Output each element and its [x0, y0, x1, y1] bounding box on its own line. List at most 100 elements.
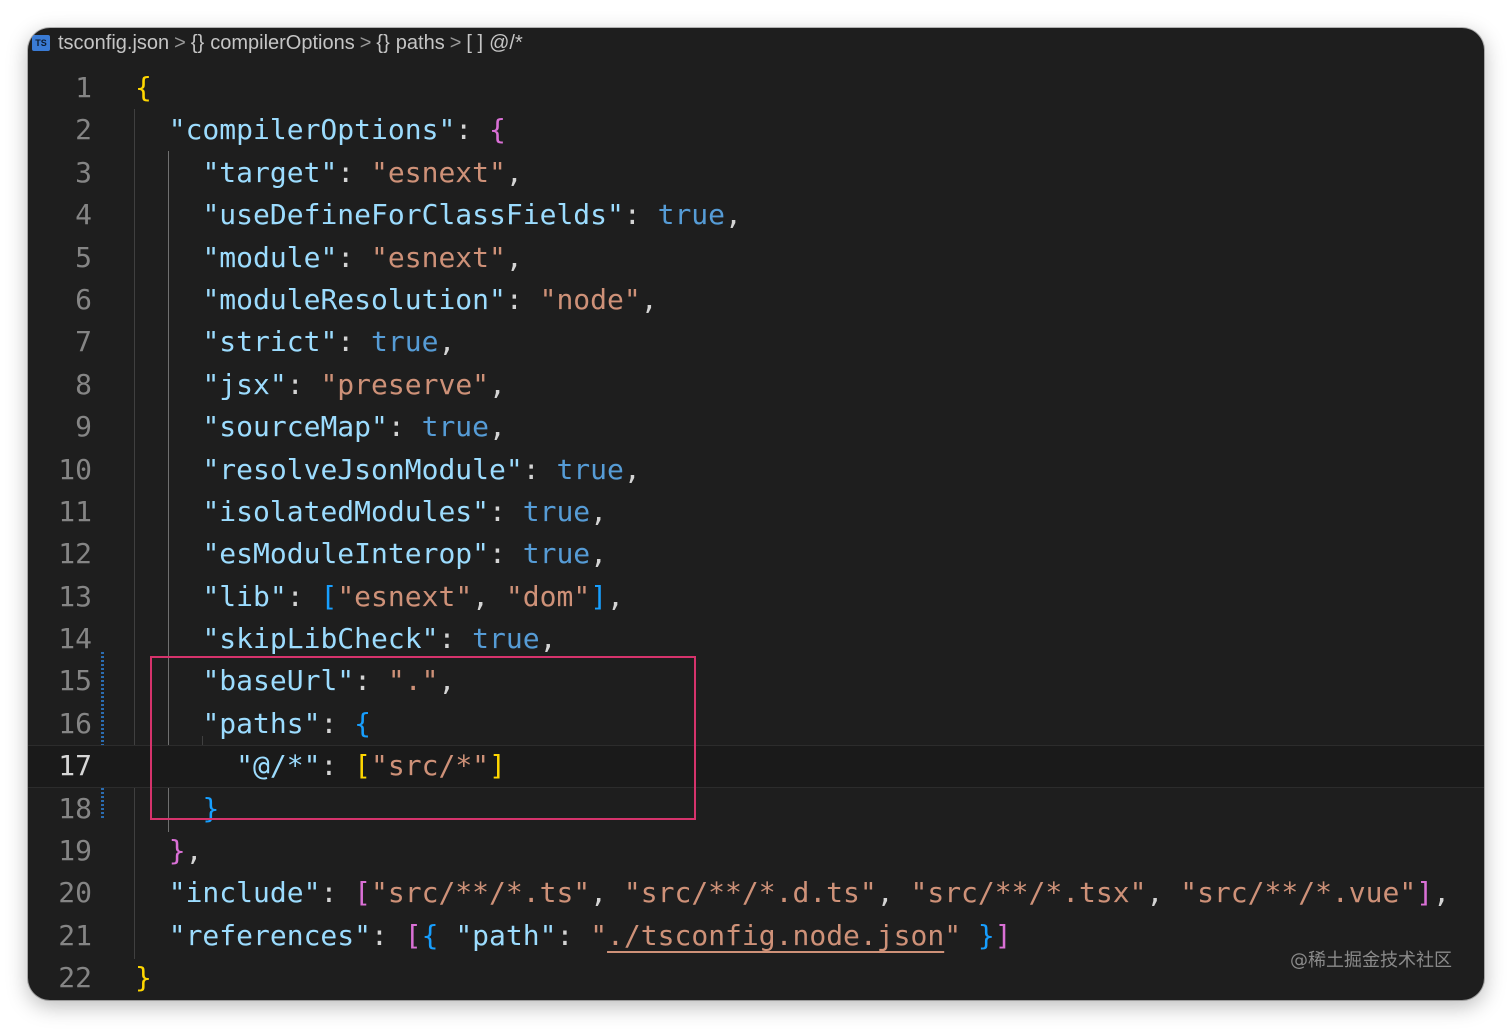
code-token: "include"	[168, 876, 321, 910]
code-text[interactable]: "useDefineForClassFields": true,	[135, 194, 742, 236]
code-token: [	[354, 876, 372, 910]
line-number: 8	[75, 367, 92, 401]
line-number: 20	[58, 876, 92, 910]
code-area[interactable]: 1{2 "compilerOptions": {3 "target": "esn…	[28, 67, 1484, 1000]
line-number: 16	[58, 706, 92, 740]
code-line[interactable]: 21 "references": [{ "path": "./tsconfig.…	[28, 915, 1484, 957]
code-text[interactable]: "target": "esnext",	[135, 152, 523, 194]
code-token: ]	[590, 579, 608, 613]
code-token: true	[522, 494, 591, 528]
code-line[interactable]: 11 "isolatedModules": true,	[28, 491, 1484, 533]
code-line[interactable]: 8 "jsx": "preserve",	[28, 364, 1484, 406]
code-line[interactable]: 22}	[28, 957, 1484, 999]
code-token: :	[286, 579, 321, 613]
code-text[interactable]: "jsx": "preserve",	[135, 364, 505, 406]
code-text[interactable]: "include": ["src/**/*.ts", "src/**/*.d.t…	[135, 872, 1450, 914]
code-text[interactable]: "esModuleInterop": true,	[135, 533, 607, 575]
code-token: ]	[994, 918, 1012, 952]
code-line[interactable]: 9 "sourceMap": true,	[28, 406, 1484, 448]
code-line[interactable]: 7 "strict": true,	[28, 321, 1484, 363]
code-token: :	[455, 113, 490, 147]
code-text[interactable]: }	[135, 957, 152, 999]
code-line[interactable]: 3 "target": "esnext",	[28, 152, 1484, 194]
code-line[interactable]: 12 "esModuleInterop": true,	[28, 533, 1484, 575]
code-token: ,	[539, 622, 557, 656]
line-number: 10	[58, 452, 92, 486]
code-line[interactable]: 1{	[28, 67, 1484, 109]
code-line[interactable]: 5 "module": "esnext",	[28, 237, 1484, 279]
breadcrumb-compileroptions[interactable]: compilerOptions	[210, 32, 355, 55]
code-token: ,	[505, 155, 523, 189]
breadcrumb: TS tsconfig.json > {} compilerOptions > …	[28, 28, 1484, 58]
code-token: ,	[876, 876, 911, 910]
code-text[interactable]: "lib": ["esnext", "dom"],	[135, 576, 624, 618]
code-editor-window: TS tsconfig.json > {} compilerOptions > …	[28, 28, 1484, 1000]
code-token: :	[623, 198, 658, 232]
code-text[interactable]: "references": [{ "path": "./tsconfig.nod…	[135, 915, 1012, 957]
line-number: 21	[58, 918, 92, 952]
code-token: :	[371, 918, 405, 952]
code-token: :	[337, 325, 372, 359]
code-token: "src/**/*.tsx"	[910, 876, 1147, 910]
code-line[interactable]: 13 "lib": ["esnext", "dom"],	[28, 576, 1484, 618]
code-text[interactable]: "strict": true,	[135, 321, 455, 363]
code-token: "esnext"	[337, 579, 473, 613]
highlight-annotation-box	[150, 656, 696, 820]
code-token: ,	[1433, 876, 1450, 910]
chevron-right-icon: >	[449, 31, 462, 54]
array-symbol-icon: [ ]	[466, 31, 484, 54]
chevron-right-icon: >	[359, 31, 372, 54]
code-token: true	[472, 622, 540, 656]
code-text[interactable]: "isolatedModules": true,	[135, 491, 607, 533]
code-token: "moduleResolution"	[202, 282, 506, 316]
code-token: :	[489, 494, 523, 528]
code-token: "module"	[202, 240, 338, 274]
breadcrumb-path-alias[interactable]: @/*	[489, 32, 523, 55]
code-line[interactable]: 4 "useDefineForClassFields": true,	[28, 194, 1484, 236]
code-line[interactable]: 14 "skipLibCheck": true,	[28, 618, 1484, 660]
code-text[interactable]: "skipLibCheck": true,	[135, 618, 556, 660]
code-token: :	[505, 282, 540, 316]
code-token: ,	[607, 579, 624, 613]
code-token: ,	[590, 537, 608, 571]
code-token: ,	[623, 452, 641, 486]
tsconfig-file-icon: TS	[32, 35, 50, 51]
code-text[interactable]: "resolveJsonModule": true,	[135, 449, 641, 491]
code-token: ,	[725, 198, 742, 232]
code-token: :	[337, 155, 372, 189]
code-token: :	[286, 367, 321, 401]
code-line[interactable]: 6 "moduleResolution": "node",	[28, 279, 1484, 321]
breadcrumb-paths[interactable]: paths	[396, 32, 445, 55]
code-line[interactable]: 10 "resolveJsonModule": true,	[28, 449, 1484, 491]
code-line[interactable]: 2 "compilerOptions": {	[28, 109, 1484, 151]
code-text[interactable]: "moduleResolution": "node",	[135, 279, 658, 321]
line-number: 1	[75, 71, 92, 104]
code-line[interactable]: 19 },	[28, 830, 1484, 872]
code-token: {	[421, 918, 456, 952]
code-token: true	[421, 410, 490, 444]
line-number: 13	[58, 579, 92, 613]
code-token: true	[556, 452, 624, 486]
code-text[interactable]: },	[135, 830, 203, 872]
chevron-right-icon: >	[174, 31, 186, 54]
object-symbol-icon: {}	[376, 31, 390, 54]
code-token: [	[320, 579, 338, 613]
code-line[interactable]: 20 "include": ["src/**/*.ts", "src/**/*.…	[28, 872, 1484, 914]
line-number: 4	[75, 198, 92, 232]
code-text[interactable]: "compilerOptions": {	[135, 109, 506, 151]
code-token: ,	[1146, 876, 1181, 910]
code-text[interactable]: "sourceMap": true,	[135, 406, 505, 448]
line-number: 11	[58, 494, 92, 528]
code-token: ,	[640, 282, 658, 316]
breadcrumb-file[interactable]: tsconfig.json	[58, 32, 169, 55]
code-token: :	[556, 918, 591, 952]
line-number: 17	[58, 749, 92, 783]
line-number: 9	[75, 410, 92, 444]
code-token: :	[522, 452, 557, 486]
code-text[interactable]: "module": "esnext",	[135, 237, 522, 279]
code-text[interactable]: {	[135, 67, 152, 109]
